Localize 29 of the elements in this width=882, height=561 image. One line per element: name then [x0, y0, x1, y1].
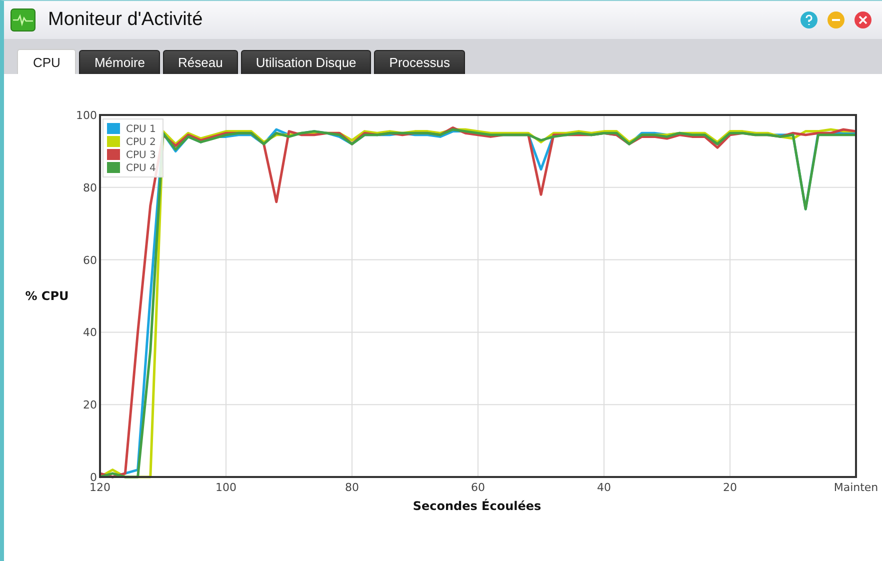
tab[interactable]: Réseau: [163, 50, 238, 74]
tab[interactable]: Processus: [374, 50, 465, 74]
y-axis-title: % CPU: [25, 289, 69, 303]
x-tick-label: 100: [216, 481, 236, 494]
y-tick-label: 40: [83, 326, 97, 340]
x-tick-label: 120: [90, 481, 110, 494]
help-icon[interactable]: [800, 11, 818, 29]
tab[interactable]: Mémoire: [79, 50, 160, 74]
x-tick-label: 80: [345, 481, 359, 494]
y-tick-label: 0: [90, 471, 97, 484]
close-icon[interactable]: [854, 11, 872, 29]
x-tick-label: 60: [471, 481, 485, 494]
y-tick-label: 80: [83, 181, 97, 194]
legend-label: CPU 2: [126, 137, 156, 148]
monitor-icon: [10, 8, 36, 32]
y-tick-label: 20: [83, 398, 97, 412]
tab[interactable]: CPU: [17, 49, 76, 74]
x-tick-label: 20: [723, 481, 737, 494]
y-tick-label: 60: [83, 254, 97, 267]
x-tick-label: Mainten: [834, 481, 878, 494]
x-axis-title: Secondes Écoulées: [412, 499, 542, 513]
x-tick-label: 40: [597, 481, 611, 494]
legend-label: CPU 1: [126, 124, 156, 135]
legend-label: CPU 4: [126, 163, 156, 174]
window-title: Moniteur d'Activité: [48, 9, 203, 31]
y-tick-label: 100: [76, 109, 97, 122]
tab[interactable]: Utilisation Disque: [240, 50, 372, 74]
legend-label: CPU 3: [126, 150, 156, 161]
minimize-icon[interactable]: [827, 11, 845, 29]
